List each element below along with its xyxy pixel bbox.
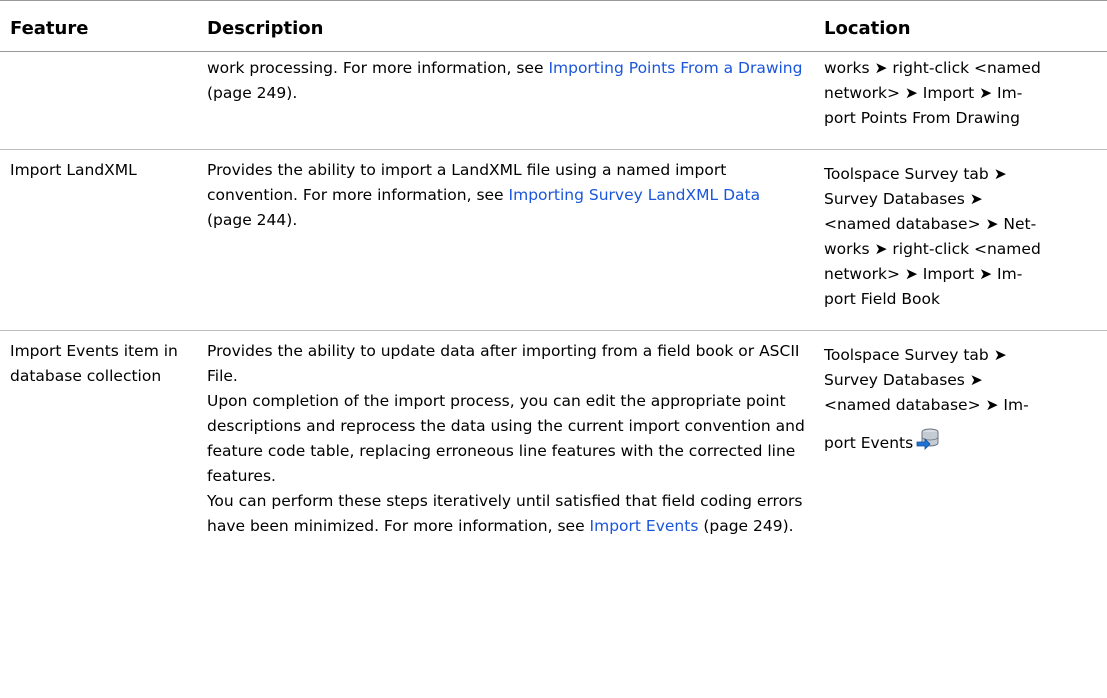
description-text: work processing. For more information, s… [207,59,549,77]
location-line: port Events [824,426,1099,456]
location-line: port Points From Drawing [824,109,1020,127]
feature-cell: Import Events item in database collectio… [10,342,178,385]
page-reference: (page 249). [698,517,794,535]
header-location: Location [814,0,1107,52]
location-line: Toolspace Survey tab ➤ [824,165,1007,183]
location-line: Survey Databases ➤ [824,190,983,208]
page-reference: (page 249). [207,84,298,102]
description-paragraph: Provides the ability to update data afte… [207,342,800,385]
feature-table: Feature Description Location work proces… [0,0,1107,557]
table-row: Import LandXML Provides the ability to i… [0,149,1107,331]
feature-cell [0,51,197,150]
location-line: works ➤ right-click <named [824,59,1041,77]
location-line: network> ➤ Import ➤ Im- [824,265,1023,283]
table-row: work processing. For more information, s… [0,51,1107,150]
link-importing-survey-landxml-data[interactable]: Importing Survey LandXML Data [509,186,761,204]
location-line: network> ➤ Import ➤ Im- [824,84,1023,102]
location-line: <named database> ➤ Net- [824,215,1037,233]
link-importing-points-from-drawing[interactable]: Importing Points From a Drawing [548,59,802,77]
table-row: Import Events item in database collectio… [0,331,1107,558]
description-cell: Provides the ability to import a LandXML… [197,149,814,331]
link-import-events[interactable]: Import Events [590,517,699,535]
location-line: <named database> ➤ Im- [824,396,1029,414]
page-reference: (page 244). [207,211,298,229]
location-cell: Toolspace Survey tab ➤ Survey Databases … [814,149,1107,331]
feature-cell: Import LandXML [0,149,197,331]
location-line: works ➤ right-click <named [824,240,1041,258]
table-header-row: Feature Description Location [0,0,1107,52]
location-line: port Field Book [824,290,940,308]
description-cell: Provides the ability to update data afte… [197,331,814,558]
location-line: Toolspace Survey tab ➤ [824,346,1007,364]
description-paragraph: Upon completion of the import process, y… [207,392,805,485]
description-paragraph: You can perform these steps iteratively … [207,489,806,539]
description-cell: work processing. For more information, s… [197,51,814,150]
import-events-database-icon [916,428,939,450]
header-description: Description [197,0,814,52]
location-cell: works ➤ right-click <named network> ➤ Im… [814,51,1107,150]
location-line: Survey Databases ➤ [824,371,983,389]
header-feature: Feature [0,0,197,52]
location-text: port Events [824,434,914,452]
location-cell: Toolspace Survey tab ➤ Survey Databases … [814,331,1107,558]
